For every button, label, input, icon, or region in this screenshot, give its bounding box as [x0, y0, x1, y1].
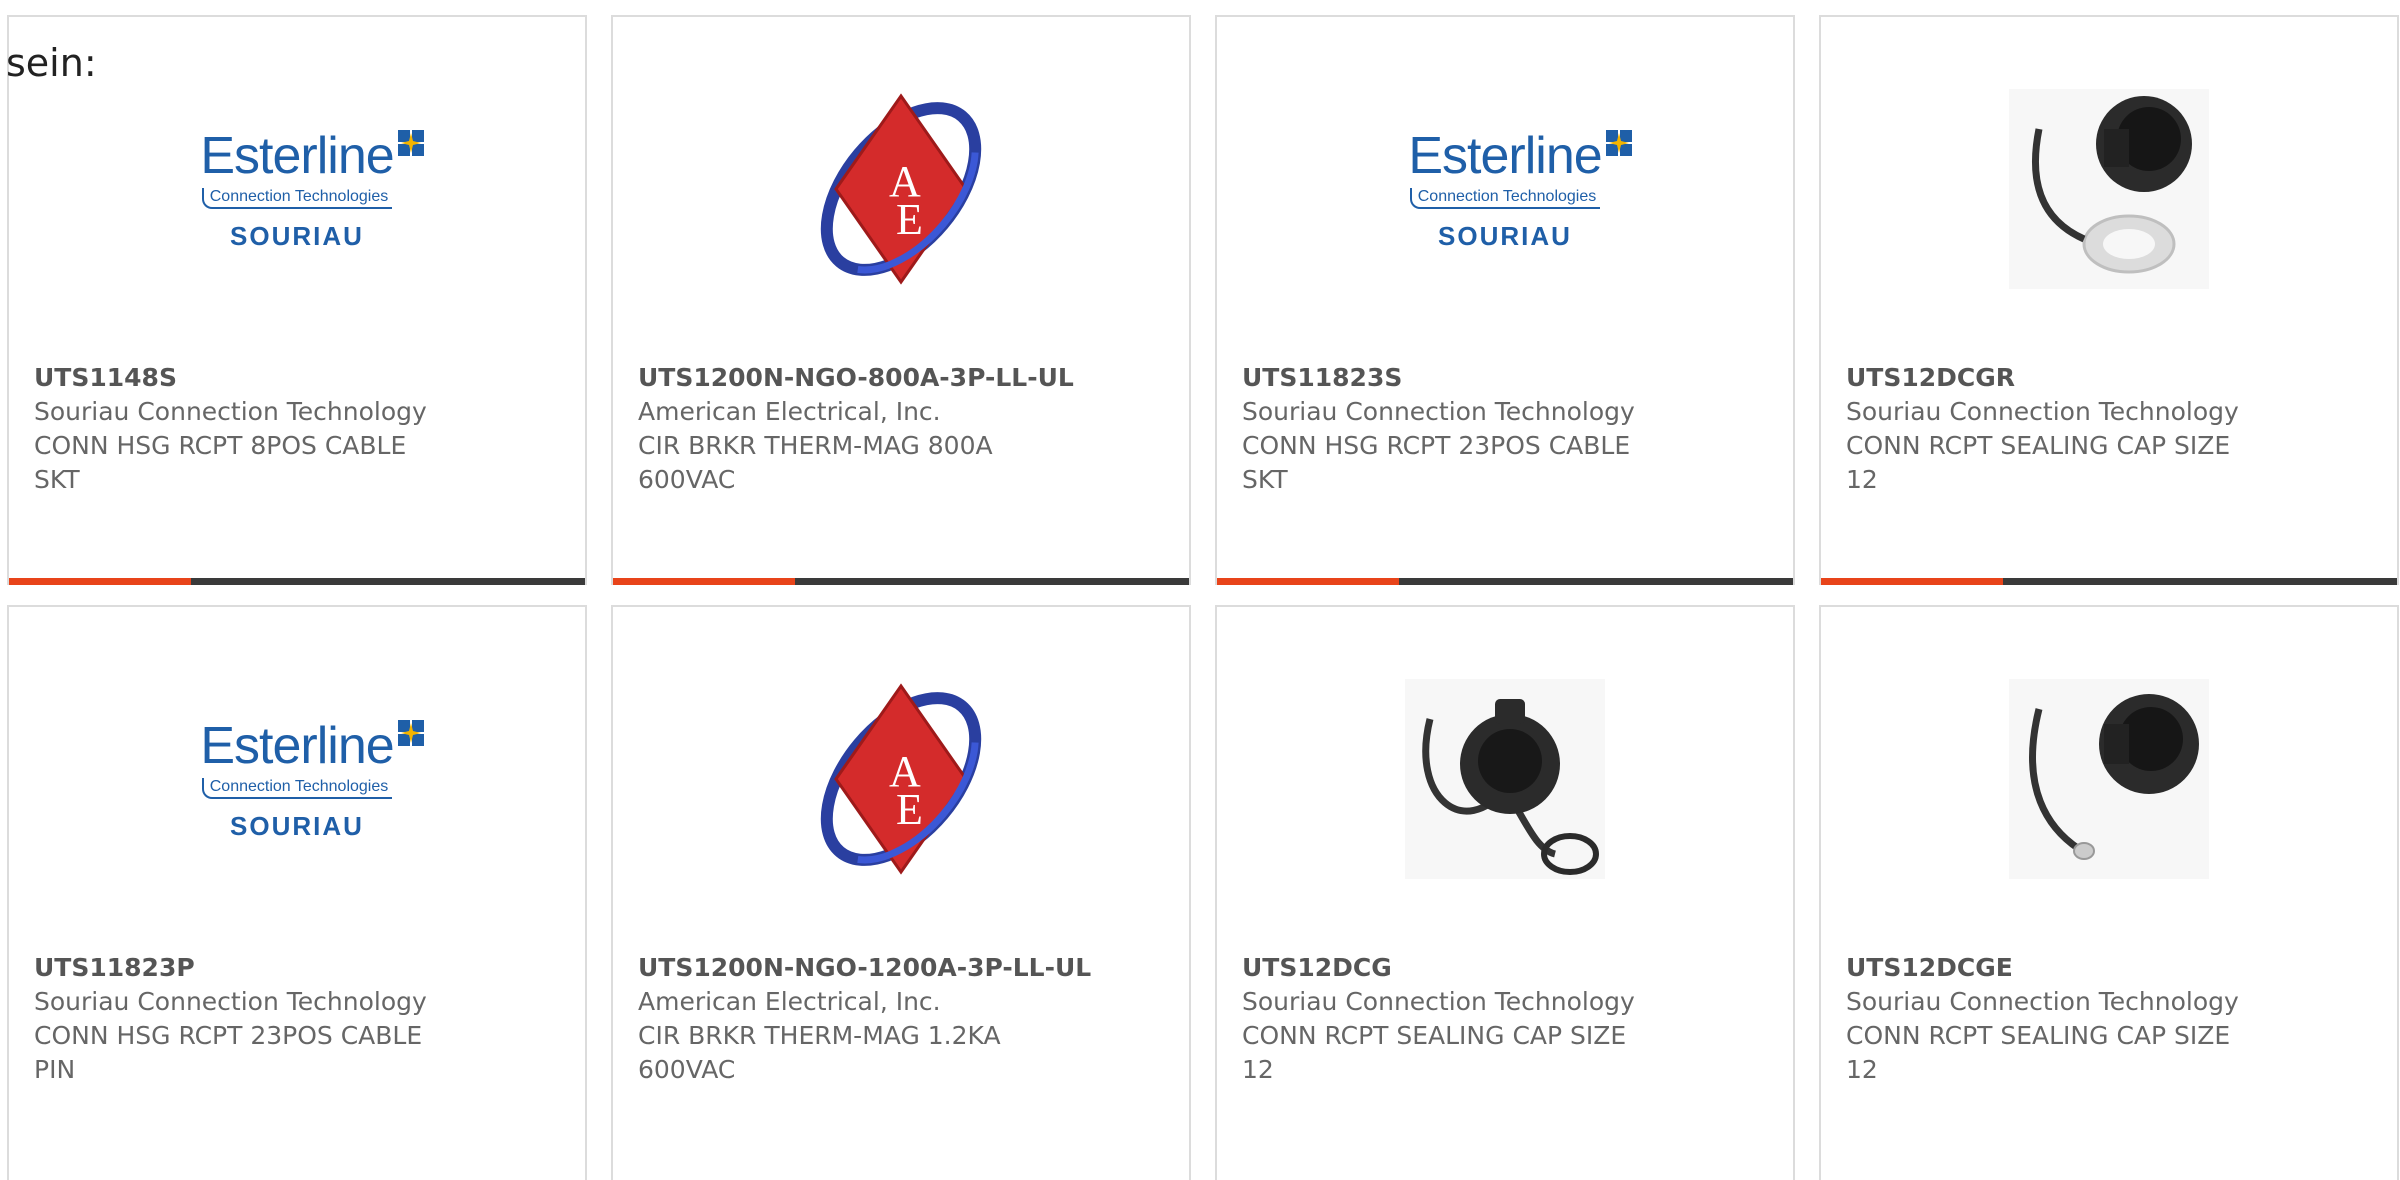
part-number-link[interactable]: UTS12DCG [1242, 951, 1773, 985]
souriau-logo: Esterline Connection Technologies SOURIA… [1395, 126, 1632, 252]
card-bottom-bar [9, 578, 585, 585]
product-description: CONN HSG RCPT 23POS CABLE SKT [1242, 431, 1631, 494]
manufacturer-name: Souriau Connection Technology [34, 397, 427, 426]
part-number-link[interactable]: UTS1200N-NGO-1200A-3P-LL-UL [638, 951, 1169, 985]
american-electrical-logo: A E [820, 93, 982, 285]
card-bottom-bar [1821, 578, 2397, 585]
part-number-link[interactable]: UTS11823P [34, 951, 565, 985]
manufacturer-name: American Electrical, Inc. [638, 987, 941, 1016]
product-image[interactable] [1217, 669, 1793, 889]
sealing-cap-loop-image [1405, 679, 1605, 879]
card-accent [1217, 578, 1399, 585]
souriau-logo: Esterline Connection Technologies SOURIA… [187, 716, 424, 842]
product-info: UTS12DCGR Souriau Connection Technology … [1846, 361, 2377, 497]
product-image[interactable]: Esterline Connection Technologies SOURIA… [9, 669, 585, 889]
svg-text:E: E [896, 195, 923, 244]
product-description: CONN HSG RCPT 23POS CABLE PIN [34, 1021, 423, 1084]
product-card[interactable]: A E UTS1200N-NGO-800A-3P-LL-UL American … [611, 15, 1191, 585]
product-description: CIR BRKR THERM-MAG 800A 600VAC [638, 431, 993, 494]
product-info: UTS1148S Souriau Connection Technology C… [34, 361, 565, 497]
product-description: CONN RCPT SEALING CAP SIZE 12 [1242, 1021, 1627, 1084]
svg-text:E: E [896, 785, 923, 834]
manufacturer-name: Souriau Connection Technology [1846, 987, 2239, 1016]
product-description: CONN HSG RCPT 8POS CABLE SKT [34, 431, 407, 494]
product-image[interactable] [1821, 669, 2397, 889]
product-info: UTS12DCGE Souriau Connection Technology … [1846, 951, 2377, 1087]
product-image[interactable]: Esterline Connection Technologies SOURIA… [1217, 79, 1793, 299]
part-number-link[interactable]: UTS11823S [1242, 361, 1773, 395]
esterline-star-icon [1605, 130, 1632, 156]
product-card[interactable]: UTS12DCG Souriau Connection Technology C… [1215, 605, 1795, 1180]
sealing-cap-lug-image [2009, 679, 2209, 879]
part-number-link[interactable]: UTS1200N-NGO-800A-3P-LL-UL [638, 361, 1169, 395]
manufacturer-name: Souriau Connection Technology [1242, 397, 1635, 426]
product-card[interactable]: UTS12DCGE Souriau Connection Technology … [1819, 605, 2399, 1180]
american-electrical-logo: A E [820, 683, 982, 875]
product-info: UTS1200N-NGO-800A-3P-LL-UL American Elec… [638, 361, 1169, 497]
esterline-star-icon [397, 130, 424, 156]
product-description: CIR BRKR THERM-MAG 1.2KA 600VAC [638, 1021, 1001, 1084]
sealing-cap-ring-image [2009, 89, 2209, 289]
manufacturer-name: Souriau Connection Technology [34, 987, 427, 1016]
card-accent [613, 578, 795, 585]
card-accent [1821, 578, 2003, 585]
product-card[interactable]: Esterline Connection Technologies SOURIA… [7, 15, 587, 585]
product-description: CONN RCPT SEALING CAP SIZE 12 [1846, 431, 2231, 494]
part-number-link[interactable]: UTS12DCGR [1846, 361, 2377, 395]
manufacturer-name: Souriau Connection Technology [1242, 987, 1635, 1016]
product-image[interactable]: Esterline Connection Technologies SOURIA… [9, 79, 585, 299]
card-bottom-bar [613, 578, 1189, 585]
part-number-link[interactable]: UTS12DCGE [1846, 951, 2377, 985]
product-image[interactable]: A E [613, 669, 1189, 889]
product-info: UTS11823S Souriau Connection Technology … [1242, 361, 1773, 497]
product-info: UTS1200N-NGO-1200A-3P-LL-UL American Ele… [638, 951, 1169, 1087]
product-info: UTS11823P Souriau Connection Technology … [34, 951, 565, 1087]
product-image[interactable]: A E [613, 79, 1189, 299]
souriau-logo: Esterline Connection Technologies SOURIA… [187, 126, 424, 252]
product-card[interactable]: Esterline Connection Technologies SOURIA… [7, 605, 587, 1180]
product-image[interactable] [1821, 79, 2397, 299]
manufacturer-name: American Electrical, Inc. [638, 397, 941, 426]
product-card[interactable]: A E UTS1200N-NGO-1200A-3P-LL-UL American… [611, 605, 1191, 1180]
product-description: CONN RCPT SEALING CAP SIZE 12 [1846, 1021, 2231, 1084]
part-number-link[interactable]: UTS1148S [34, 361, 565, 395]
card-accent [9, 578, 191, 585]
product-card[interactable]: UTS12DCGR Souriau Connection Technology … [1819, 15, 2399, 585]
product-info: UTS12DCG Souriau Connection Technology C… [1242, 951, 1773, 1087]
product-card[interactable]: Esterline Connection Technologies SOURIA… [1215, 15, 1795, 585]
manufacturer-name: Souriau Connection Technology [1846, 397, 2239, 426]
card-bottom-bar [1217, 578, 1793, 585]
intro-text: sein: [6, 41, 97, 85]
esterline-star-icon [397, 720, 424, 746]
